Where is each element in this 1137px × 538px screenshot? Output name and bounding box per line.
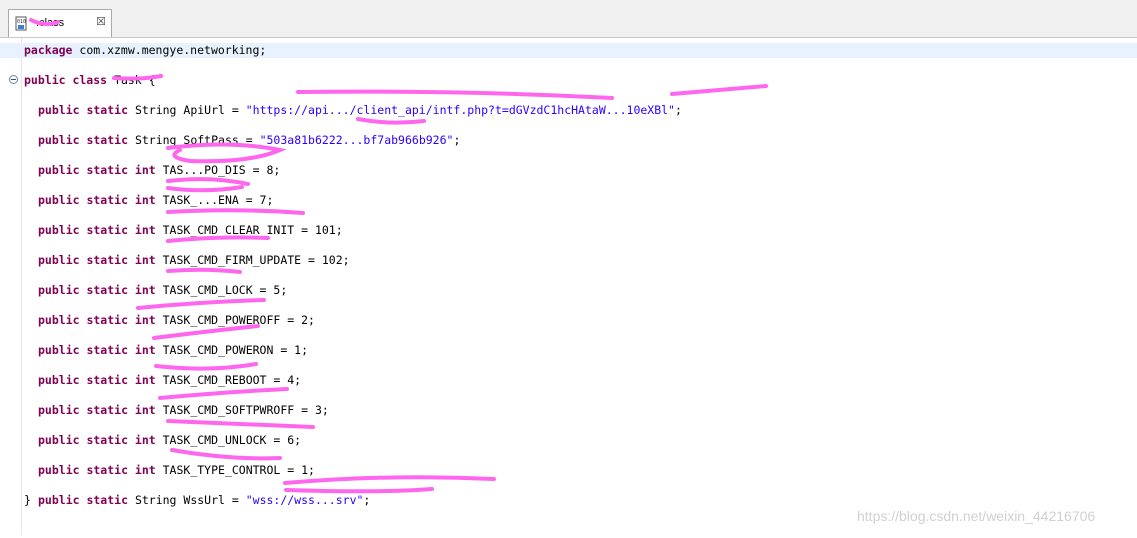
code-line-closing-brace: } <box>0 493 1137 508</box>
field-modifiers: public static int <box>38 373 156 387</box>
field-modifiers: public static int <box>38 313 156 327</box>
field-string-value: "https://api.../client_api/intf.php?t=dG… <box>245 103 675 117</box>
field-modifiers: public static int <box>38 193 156 207</box>
field-declaration: TASK_CMD_UNLOCK = 6; <box>155 433 302 447</box>
field-declaration: String SoftPass = <box>128 133 260 147</box>
field-declaration: TASK_CMD_POWERON = 1; <box>155 343 309 357</box>
code-line-field: public static int TASK_CMD_CLEAR_INIT = … <box>0 223 1137 238</box>
code-line-field: public static int TASK_CMD_POWERON = 1; <box>0 343 1137 358</box>
field-declaration: TAS...PO_DIS = 8; <box>155 163 281 177</box>
editor-tab-bar: 010 .class ☒ <box>0 0 1137 38</box>
code-line-field: public static int TASK_CMD_POWEROFF = 2; <box>0 313 1137 328</box>
field-declaration: TASK_CMD_FIRM_UPDATE = 102; <box>155 253 350 267</box>
statement-terminator: ; <box>453 133 461 147</box>
code-line-field: public static int TAS...PO_DIS = 8; <box>0 163 1137 178</box>
field-modifiers: public static int <box>38 463 156 477</box>
field-declaration: TASK_CMD_LOCK = 5; <box>155 283 288 297</box>
field-string-value: "503a81b6222...bf7ab966b926" <box>259 133 454 147</box>
field-modifiers: public static int <box>38 343 156 357</box>
code-line-field: public static int TASK_CMD_FIRM_UPDATE =… <box>0 253 1137 268</box>
close-icon[interactable]: ☒ <box>96 15 106 28</box>
code-editor[interactable]: package com.xzmw.mengye.networking; publ… <box>0 37 1137 535</box>
tab-class-file[interactable]: 010 .class ☒ <box>8 9 112 37</box>
field-declaration: TASK_CMD_SOFTPWROFF = 3; <box>155 403 329 417</box>
field-modifiers: public static int <box>38 253 156 267</box>
statement-terminator: ; <box>674 103 682 117</box>
watermark: https://blog.csdn.net/weixin_44216706 <box>857 508 1096 524</box>
code-line-field: public static int TASK_...ENA = 7; <box>0 193 1137 208</box>
field-declaration: TASK_CMD_CLEAR_INIT = 101; <box>155 223 343 237</box>
code-line-field: public static String ApiUrl = "https://a… <box>0 103 1137 118</box>
field-declaration: TASK_CMD_POWEROFF = 2; <box>155 313 315 327</box>
field-declaration: TASK_...ENA = 7; <box>155 193 274 207</box>
field-declaration: String ApiUrl = <box>128 103 246 117</box>
code-line-field: public static int TASK_CMD_LOCK = 5; <box>0 283 1137 298</box>
field-modifiers: public static <box>38 133 129 147</box>
field-modifiers: public static int <box>38 223 156 237</box>
field-modifiers: public static int <box>38 403 156 417</box>
field-modifiers: public static int <box>38 283 156 297</box>
code-line-field: public static int TASK_CMD_UNLOCK = 6; <box>0 433 1137 448</box>
field-modifiers: public static int <box>38 433 156 447</box>
code-line-package: package com.xzmw.mengye.networking; <box>0 43 1137 58</box>
field-modifiers: public static int <box>38 163 156 177</box>
package-keyword: package <box>24 43 73 57</box>
class-file-icon: 010 <box>15 16 27 31</box>
field-modifiers: public static <box>38 103 129 117</box>
class-keyword: public class <box>24 73 108 87</box>
code-line-class-declaration: public class Task { <box>0 73 1137 88</box>
tab-label: .class <box>33 17 65 29</box>
collapse-fold-icon[interactable] <box>9 75 18 84</box>
svg-text:010: 010 <box>17 19 26 25</box>
field-declaration: TASK_TYPE_CONTROL = 1; <box>155 463 315 477</box>
code-line-field: public static String SoftPass = "503a81b… <box>0 133 1137 148</box>
class-name: Task { <box>107 73 156 87</box>
closing-brace: } <box>24 493 31 507</box>
field-declaration: TASK_CMD_REBOOT = 4; <box>155 373 302 387</box>
package-name: com.xzmw.mengye.networking; <box>72 43 267 57</box>
code-line-field: public static int TASK_TYPE_CONTROL = 1; <box>0 463 1137 478</box>
code-line-field: public static int TASK_CMD_SOFTPWROFF = … <box>0 403 1137 418</box>
code-line-field: public static int TASK_CMD_REBOOT = 4; <box>0 373 1137 388</box>
